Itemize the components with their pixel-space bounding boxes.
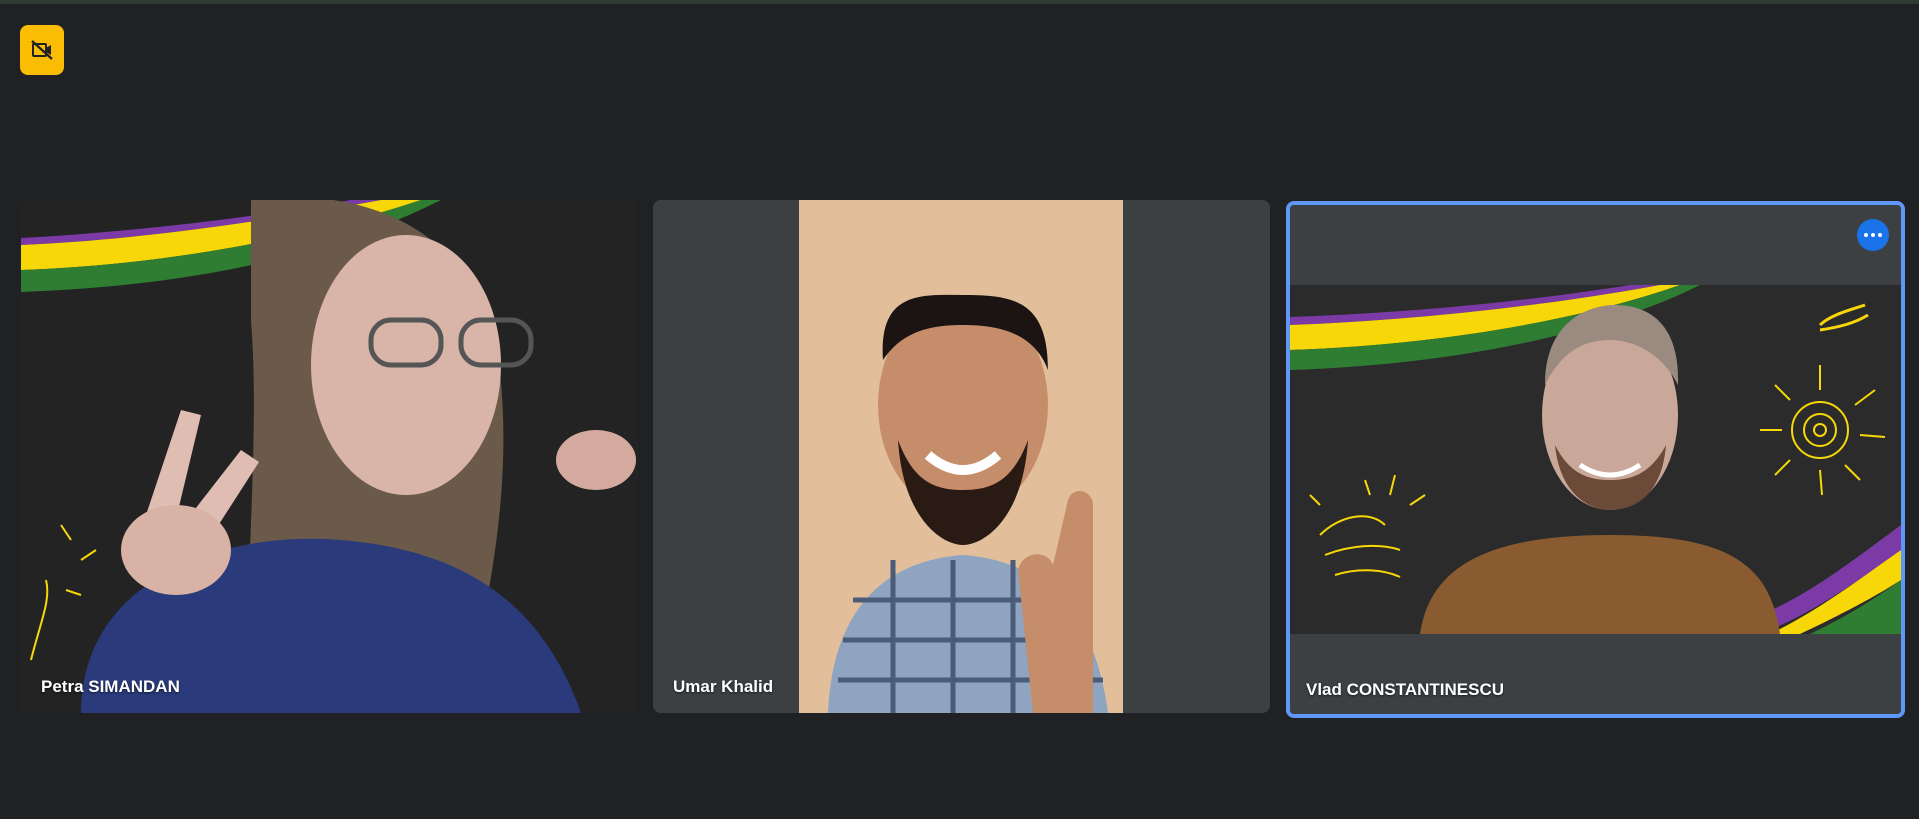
participant-video — [653, 200, 1270, 713]
participant-name: Umar Khalid — [673, 677, 774, 696]
participant-video — [1290, 205, 1901, 714]
participant-name: Vlad CONSTANTINESCU — [1306, 680, 1505, 699]
participant-tile-vlad[interactable]: Vlad CONSTANTINESCU — [1286, 201, 1905, 718]
window-top-strip — [0, 0, 1919, 4]
camera-off-icon — [31, 40, 53, 60]
participant-tile-petra[interactable]: Petra SIMANDAN — [21, 200, 638, 713]
participant-video — [21, 200, 638, 713]
participant-name: Petra SIMANDAN — [41, 677, 180, 696]
participant-tile-umar[interactable]: Umar Khalid — [653, 200, 1270, 713]
visual-effects-notice-button[interactable] — [20, 25, 64, 75]
more-options-button[interactable] — [1857, 219, 1889, 251]
more-options-icon — [1864, 233, 1868, 237]
